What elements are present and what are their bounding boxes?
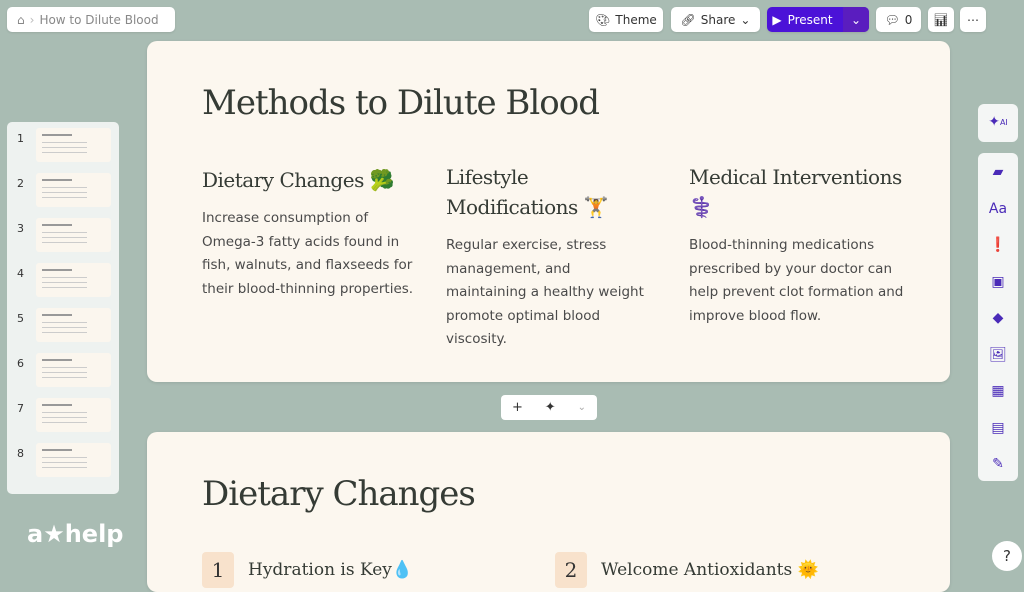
thumbnail-number: 2 <box>17 177 24 190</box>
slide-title: Methods to Dilute Blood <box>202 83 600 123</box>
home-icon[interactable]: ⌂ <box>17 13 25 27</box>
text-icon[interactable]: Aa <box>978 191 1018 228</box>
slide-thumbnail[interactable]: 3 <box>11 216 115 256</box>
chart-icon: 📊︎ <box>933 12 949 27</box>
more-button[interactable]: ⋯ <box>960 7 986 32</box>
chevron-right-icon: › <box>29 12 35 27</box>
column-lifestyle: Lifestyle Modifications 🏋️ Regular exerci… <box>446 162 651 352</box>
thumbnail-number: 6 <box>17 357 24 370</box>
plus-icon[interactable]: + <box>512 400 523 415</box>
thumbnail-number: 3 <box>17 222 24 235</box>
theme-label: Theme <box>615 12 657 27</box>
column-medical: Medical Interventions ⚕️ Blood-thinning m… <box>689 162 904 328</box>
present-dropdown[interactable]: ⌄ <box>843 7 869 32</box>
add-card-bar: + ✦ ⌄ <box>501 395 597 420</box>
slide-dietary[interactable]: Dietary Changes 1 Hydration is Key💧 2 Welc… <box>147 432 950 592</box>
thumbnail-preview <box>36 173 111 207</box>
comments-button[interactable]: 💬︎ 0 <box>876 7 921 32</box>
add-card-icon[interactable]: ▰ <box>978 154 1018 191</box>
breadcrumb-title: How to Dilute Blood <box>39 12 159 27</box>
thumbnail-preview <box>36 128 111 162</box>
theme-button[interactable]: 🎨︎ Theme <box>589 7 663 32</box>
weightlifter-icon: 🏋️ <box>583 195 609 219</box>
palette-icon: 🎨︎ <box>595 12 611 27</box>
slide-title: Dietary Changes <box>202 474 476 514</box>
slide-thumbnail[interactable]: 1 <box>11 126 115 166</box>
thumbnail-preview <box>36 443 111 477</box>
analytics-button[interactable]: 📊︎ <box>928 7 954 32</box>
thumbnail-number: 1 <box>17 132 24 145</box>
callout-icon[interactable]: ❗ <box>978 227 1018 264</box>
slide-thumbnail[interactable]: 8 <box>11 441 115 481</box>
item-label: Hydration is Key <box>248 560 392 580</box>
ai-sparkle-icon[interactable]: ✦ AI <box>978 104 1018 141</box>
item-number: 1 <box>202 552 234 588</box>
medical-icon: ⚕️ <box>689 195 714 219</box>
thumbnail-preview <box>36 353 111 387</box>
slide-thumbnail[interactable]: 5 <box>11 306 115 346</box>
shapes-icon[interactable]: ◆ <box>978 300 1018 337</box>
broccoli-icon: 🥦 <box>369 168 395 192</box>
thumbnail-preview <box>36 263 111 297</box>
embed-icon[interactable]: ▤ <box>978 410 1018 447</box>
slide-thumbnail[interactable]: 4 <box>11 261 115 301</box>
share-label: Share <box>700 12 736 27</box>
layout-icon[interactable]: ▣ <box>978 264 1018 301</box>
thumbnail-preview <box>36 308 111 342</box>
slide-thumbnails: 1 2 3 4 5 6 7 8 <box>7 122 119 494</box>
chevron-down-icon: ⌄ <box>740 12 751 27</box>
column-heading: Lifestyle Modifications <box>446 165 578 219</box>
column-heading: Medical Interventions <box>689 165 902 189</box>
slide-thumbnail[interactable]: 7 <box>11 396 115 436</box>
thumbnail-number: 5 <box>17 312 24 325</box>
thumbnail-number: 8 <box>17 447 24 460</box>
sun-icon: 🌞 <box>797 560 819 580</box>
thumbnail-preview <box>36 398 111 432</box>
column-body: Blood-thinning medications prescribed by… <box>689 237 904 324</box>
more-icon: ⋯ <box>967 12 979 27</box>
column-body: Regular exercise, stress management, and… <box>446 237 644 347</box>
item-number: 2 <box>555 552 587 588</box>
question-icon: ? <box>1003 547 1011 565</box>
thumbnail-preview <box>36 218 111 252</box>
breadcrumb[interactable]: ⌂ › How to Dilute Blood <box>7 7 175 32</box>
thumbnail-number: 4 <box>17 267 24 280</box>
link-icon: 🔗︎ <box>680 12 696 27</box>
insert-toolbar: ▰ Aa ❗ ▣ ◆ 🖼︎ ▦ ▤ ✎ <box>978 153 1018 481</box>
present-button[interactable]: ▶ Present ⌄ <box>767 7 869 32</box>
list-item: 2 Welcome Antioxidants 🌞 <box>555 552 819 588</box>
ai-panel-button[interactable]: ✦ AI <box>978 104 1018 142</box>
thumbnail-number: 7 <box>17 402 24 415</box>
image-icon[interactable]: 🖼︎ <box>978 337 1018 374</box>
item-label: Welcome Antioxidants <box>601 560 793 580</box>
logo: a★help <box>27 520 124 548</box>
form-icon[interactable]: ✎ <box>978 446 1018 483</box>
play-icon: ▶ <box>772 12 782 27</box>
slide-thumbnail[interactable]: 2 <box>11 171 115 211</box>
column-body: Increase consumption of Omega-3 fatty ac… <box>202 210 414 297</box>
share-button[interactable]: 🔗︎ Share ⌄ <box>671 7 760 32</box>
slide-methods[interactable]: Methods to Dilute Blood Dietary Changes … <box>147 41 950 382</box>
chevron-down-icon[interactable]: ⌄ <box>578 402 586 413</box>
comment-count: 0 <box>904 12 913 27</box>
video-icon[interactable]: ▦ <box>978 373 1018 410</box>
comment-icon: 💬︎ <box>884 12 900 27</box>
slide-thumbnail[interactable]: 6 <box>11 351 115 391</box>
list-item: 1 Hydration is Key💧 <box>202 552 413 588</box>
column-dietary: Dietary Changes 🥦 Increase consumption of… <box>202 165 422 301</box>
help-button[interactable]: ? <box>992 541 1022 571</box>
column-heading: Dietary Changes <box>202 168 364 192</box>
droplet-icon: 💧 <box>391 560 414 580</box>
ai-sparkle-icon[interactable]: ✦ <box>545 400 556 415</box>
present-label: Present <box>787 12 833 27</box>
